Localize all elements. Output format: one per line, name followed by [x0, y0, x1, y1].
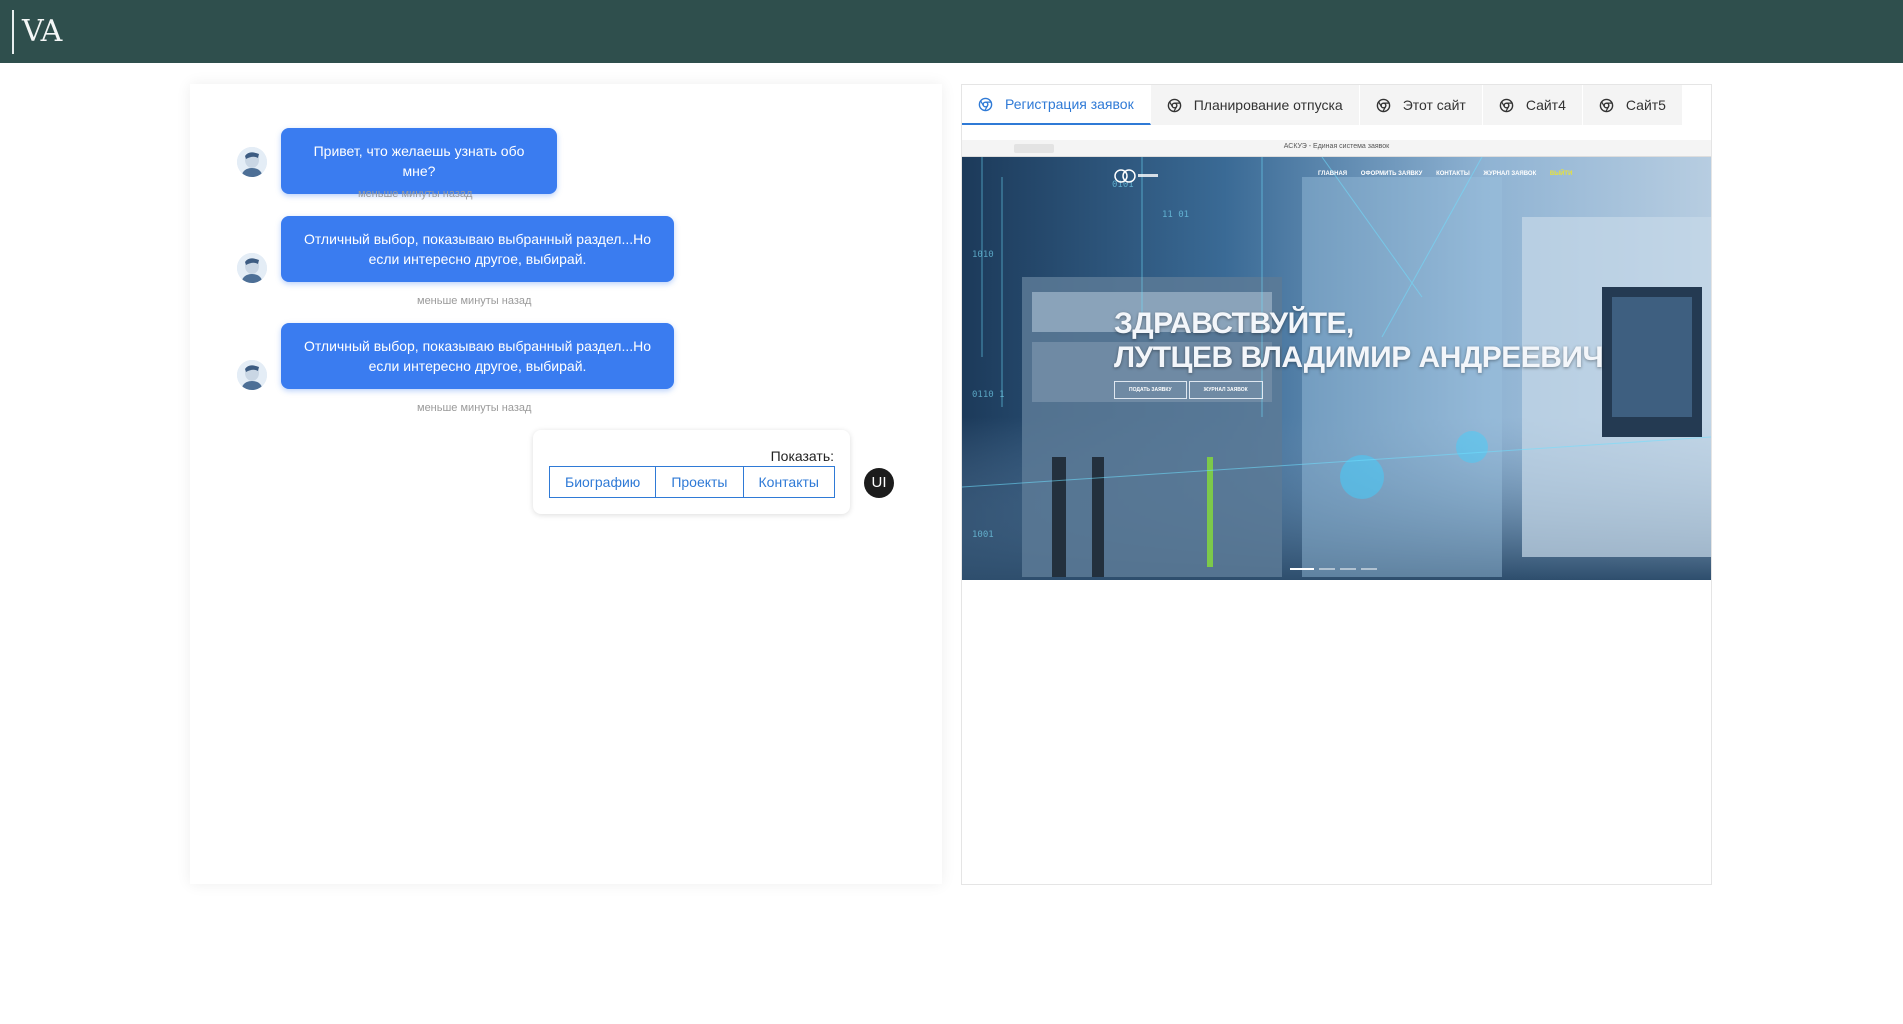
tab-label: Регистрация заявок [1005, 96, 1134, 112]
message-timestamp: меньше минуты назад [417, 402, 532, 414]
choice-button-group: Биографию Проекты Контакты [549, 466, 835, 498]
preview-browser-bar: АСКУЭ - Единая система заявок [962, 140, 1711, 157]
preview-nav-item: ОФОРМИТЬ ЗАЯВКУ [1360, 171, 1423, 177]
chrome-icon [978, 97, 993, 111]
preview-nav-item: ГЛАВНАЯ [1318, 171, 1348, 177]
preview-hero-image: 1010 0110 1 11 01 0101 1001 ГЛАВНАЯ ОФОРМИТ… [962, 157, 1711, 580]
preview-submit-request-button: ПОДАТЬ ЗАЯВКУ [1114, 381, 1187, 399]
preview-greeting-line1: ЗДРАВСТВУЙТЕ, [1114, 307, 1354, 340]
preview-request-log-button: ЖУРНАЛ ЗАЯВОК [1188, 381, 1263, 399]
tab-label: Этот сайт [1402, 97, 1466, 113]
site-tabs: Регистрация заявок Планирование отпуска … [962, 85, 1683, 125]
carousel-dot [1361, 568, 1377, 570]
message-timestamp: меньше минуты назад [417, 295, 532, 307]
bot-avatar [237, 360, 267, 390]
message-timestamp: меньше минуты назад [358, 188, 473, 200]
preview-hero-buttons: ПОДАТЬ ЗАЯВКУ ЖУРНАЛ ЗАЯВОК [1114, 381, 1265, 399]
section-choice-card: Показать: Биографию Проекты Контакты [533, 430, 850, 514]
svg-text:0110 1: 0110 1 [972, 390, 1005, 400]
tab-site5[interactable]: Сайт5 [1582, 85, 1683, 125]
svg-text:1001: 1001 [972, 530, 994, 540]
svg-text:11 01: 11 01 [1162, 210, 1189, 220]
carousel-dot [1290, 568, 1314, 570]
carousel-dot [1340, 568, 1356, 570]
preview-carousel-dots [1290, 568, 1382, 570]
tab-site4[interactable]: Сайт4 [1482, 85, 1583, 125]
preview-greeting-line2: ЛУТЦЕВ ВЛАДИМИР АНДРЕЕВИЧ [1114, 341, 1604, 374]
preview-nav-item: ЖУРНАЛ ЗАЯВОК [1483, 171, 1537, 177]
chat-panel: Привет, что желаешь узнать обо мне? мень… [190, 84, 942, 884]
bot-avatar [237, 147, 267, 177]
tab-label: Планирование отпуска [1193, 97, 1343, 113]
tab-this-site[interactable]: Этот сайт [1359, 85, 1483, 125]
user-avatar: UI [864, 468, 894, 498]
preview-nav: ГЛАВНАЯ ОФОРМИТЬ ЗАЯВКУ КОНТАКТЫ ЖУРНАЛ … [1090, 171, 1584, 177]
preview-nav-item: КОНТАКТЫ [1436, 171, 1470, 177]
site-logo[interactable]: VA [12, 10, 62, 54]
chrome-icon [1599, 98, 1614, 112]
choice-label: Показать: [770, 448, 834, 464]
bot-message-bubble: Отличный выбор, показываю выбранный разд… [281, 323, 674, 389]
chrome-icon [1499, 98, 1514, 112]
chrome-icon [1376, 98, 1390, 112]
bot-message-bubble: Отличный выбор, показываю выбранный разд… [281, 216, 674, 282]
bot-message-bubble: Привет, что желаешь узнать обо мне? [281, 128, 557, 194]
tab-vacation-planning[interactable]: Планирование отпуска [1150, 85, 1360, 125]
chrome-icon [1167, 98, 1182, 112]
site-preview-screenshot[interactable]: АСКУЭ - Единая система заявок 1010 0110 … [962, 140, 1711, 580]
biography-button[interactable]: Биографию [549, 466, 657, 498]
tab-registration[interactable]: Регистрация заявок [962, 85, 1151, 125]
carousel-dot [1319, 568, 1335, 570]
bot-avatar [237, 253, 267, 283]
contacts-button[interactable]: Контакты [742, 466, 835, 498]
preview-nav-item: ВЫЙТИ [1549, 171, 1573, 177]
tab-label: Сайт4 [1525, 97, 1566, 113]
preview-greeting: ЗДРАВСТВУЙТЕ, ЛУТЦЕВ ВЛАДИМИР АНДРЕЕВИЧ [1114, 307, 1604, 375]
tab-label: Сайт5 [1625, 97, 1666, 113]
site-viewer-panel: Регистрация заявок Планирование отпуска … [961, 84, 1712, 885]
preview-browser-title: АСКУЭ - Единая система заявок [1283, 143, 1390, 150]
projects-button[interactable]: Проекты [655, 466, 744, 498]
svg-text:1010: 1010 [972, 250, 994, 260]
top-header: VA [0, 0, 1903, 63]
